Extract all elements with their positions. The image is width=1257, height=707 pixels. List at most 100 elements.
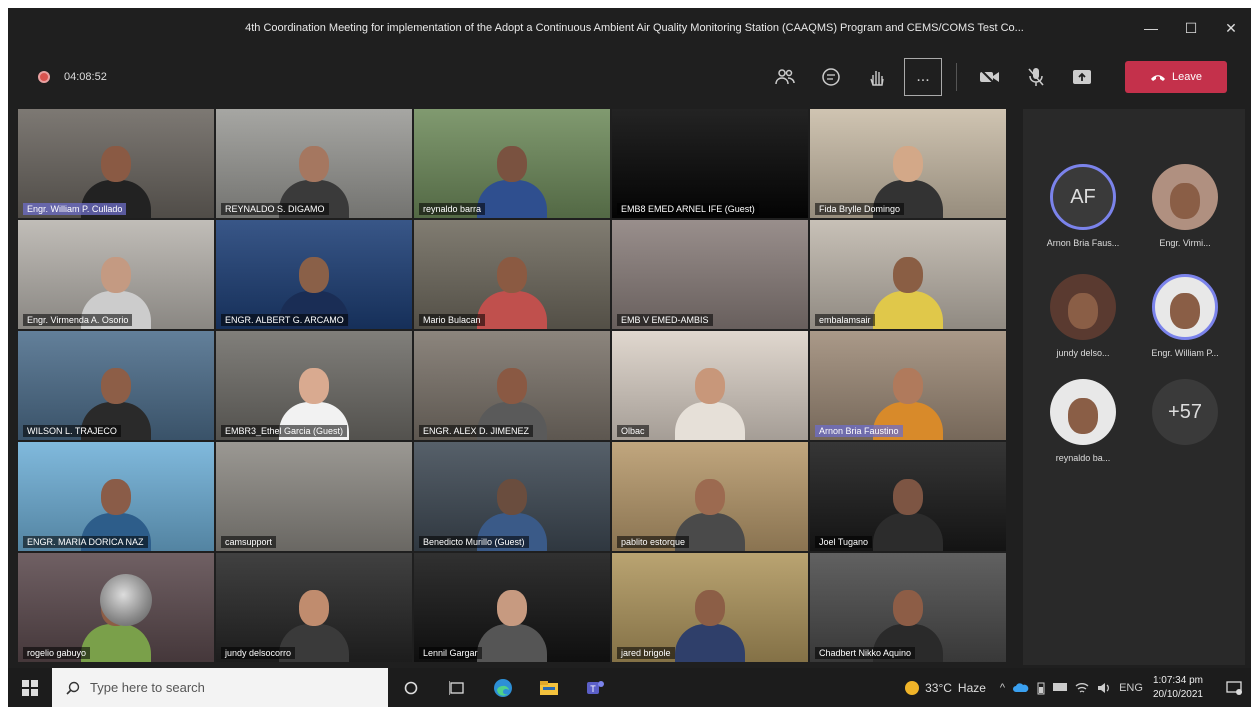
meeting-stage: Engr. William P. Cullado REYNALDO S. DIGA… xyxy=(8,106,1251,668)
video-tile[interactable]: Engr. Virmenda A. Osorio xyxy=(18,220,214,329)
microphone-button[interactable] xyxy=(1017,58,1055,96)
recording-icon xyxy=(38,71,50,83)
participant-torso xyxy=(477,180,547,218)
notification-center-button[interactable] xyxy=(1217,680,1251,695)
participant-name-tag: rogelio gabuyo xyxy=(23,647,91,659)
system-tray: ^ ENG xyxy=(1000,681,1143,695)
sun-icon xyxy=(905,680,920,695)
avatar-photo xyxy=(1068,293,1098,329)
more-actions-button[interactable]: ... xyxy=(904,58,942,96)
participant-head xyxy=(299,146,329,182)
onedrive-icon[interactable] xyxy=(1013,682,1029,693)
participant-name-tag: EMBR3_Ethel Garcia (Guest) xyxy=(221,425,348,437)
video-tile[interactable]: ENGR. ALBERT G. ARCAMO xyxy=(216,220,412,329)
chat-button[interactable] xyxy=(812,58,850,96)
camera-off-icon xyxy=(980,69,999,85)
video-tile[interactable]: Benedicto Murillo (Guest) xyxy=(414,442,610,551)
task-view-button[interactable] xyxy=(434,680,480,695)
phone-hangup-icon xyxy=(1151,75,1165,81)
teams-app[interactable]: T xyxy=(572,678,618,698)
participant-head xyxy=(893,590,923,626)
avatar-label: jundy delso... xyxy=(1056,348,1110,358)
participant-head xyxy=(299,590,329,626)
participant-avatar[interactable]: Engr. William P... xyxy=(1135,274,1235,358)
video-tile[interactable]: reynaldo barra xyxy=(414,109,610,218)
taskbar-search-box[interactable]: Type here to search xyxy=(52,668,388,707)
leave-button[interactable]: Leave xyxy=(1125,61,1227,93)
chevron-up-icon[interactable]: ^ xyxy=(1000,682,1005,694)
more-participants-button[interactable]: +57 xyxy=(1135,379,1235,445)
participant-name-tag: reynaldo barra xyxy=(419,203,486,215)
participant-name-tag: embalamsair xyxy=(815,314,875,326)
file-explorer-app[interactable] xyxy=(526,680,572,696)
video-tile[interactable]: Fida Brylle Domingo xyxy=(810,109,1006,218)
video-tile[interactable]: embalamsair xyxy=(810,220,1006,329)
video-tile[interactable]: pablito estorque xyxy=(612,442,808,551)
participant-video xyxy=(477,245,547,329)
network-icon[interactable] xyxy=(1053,682,1068,693)
participant-video xyxy=(873,245,943,329)
participant-avatar[interactable]: AF Arnon Bria Faus... xyxy=(1033,164,1133,248)
video-tile[interactable]: EMB V EMED-AMBIS xyxy=(612,220,808,329)
maximize-button[interactable]: ☐ xyxy=(1171,20,1211,37)
start-button[interactable] xyxy=(8,679,52,696)
participant-head xyxy=(299,368,329,404)
hand-icon xyxy=(870,71,884,86)
people-icon xyxy=(775,69,795,85)
video-tile[interactable]: ENGR. ALEX D. JIMENEZ xyxy=(414,331,610,440)
taskbar-clock[interactable]: 1:07:34 pm 20/10/2021 xyxy=(1153,674,1203,702)
video-tile[interactable]: Olbac xyxy=(612,331,808,440)
mic-off-icon xyxy=(1028,68,1044,86)
video-tile[interactable]: EMBR3_Ethel Garcia (Guest) xyxy=(216,331,412,440)
cortana-button[interactable] xyxy=(388,681,434,695)
video-tile[interactable]: ENGR. MARIA DORICA NAZ xyxy=(18,442,214,551)
participant-avatar[interactable]: jundy delso... xyxy=(1033,274,1133,358)
participant-torso xyxy=(675,624,745,662)
toolbar-divider xyxy=(956,63,957,91)
video-tile[interactable]: Chadbert Nikko Aquino xyxy=(810,553,1006,662)
volume-icon[interactable] xyxy=(1097,682,1111,694)
weather-widget[interactable]: 33°C Haze xyxy=(905,680,986,695)
participant-name-tag: Fida Brylle Domingo xyxy=(815,203,905,215)
participant-name-tag: Chadbert Nikko Aquino xyxy=(815,647,916,659)
windows-taskbar: Type here to search T 33°C Haze ^ ENG 1:… xyxy=(8,668,1251,707)
language-indicator[interactable]: ENG xyxy=(1119,682,1143,694)
video-tile[interactable]: Joel Tugano xyxy=(810,442,1006,551)
video-tile[interactable]: camsupport xyxy=(216,442,412,551)
self-view-avatar[interactable] xyxy=(100,574,152,626)
participant-head xyxy=(695,590,725,626)
avatar-circle xyxy=(1050,379,1116,445)
video-tile[interactable]: jared brigole xyxy=(612,553,808,662)
video-tile[interactable]: REYNALDO S. DIGAMO xyxy=(216,109,412,218)
participant-head xyxy=(695,479,725,515)
video-tile[interactable]: Arnon Bria Faustino xyxy=(810,331,1006,440)
participant-avatar[interactable]: Engr. Virmi... xyxy=(1135,164,1235,248)
participant-head xyxy=(497,257,527,293)
participant-avatar[interactable]: reynaldo ba... xyxy=(1033,379,1133,463)
participant-name-tag: EMB8 EMED ARNEL IFE (Guest) xyxy=(617,203,759,215)
participant-head xyxy=(497,590,527,626)
wifi-icon[interactable] xyxy=(1075,682,1089,694)
participants-button[interactable] xyxy=(766,58,804,96)
participant-head xyxy=(497,146,527,182)
camera-button[interactable] xyxy=(971,58,1009,96)
participant-torso xyxy=(675,402,745,440)
video-tile[interactable]: WILSON L. TRAJECO xyxy=(18,331,214,440)
participant-name-tag: REYNALDO S. DIGAMO xyxy=(221,203,329,215)
close-button[interactable]: ✕ xyxy=(1211,20,1251,37)
video-tile[interactable]: EMB8 EMED ARNEL IFE (Guest) xyxy=(612,109,808,218)
participant-name-tag: camsupport xyxy=(221,536,277,548)
edge-app[interactable] xyxy=(480,678,526,698)
avatar-circle xyxy=(1152,164,1218,230)
video-tile[interactable]: Mario Bulacan xyxy=(414,220,610,329)
participant-name-tag: jundy delsocorro xyxy=(221,647,296,659)
battery-icon[interactable] xyxy=(1037,681,1045,695)
video-tile[interactable]: Engr. William P. Cullado xyxy=(18,109,214,218)
video-tile[interactable]: jundy delsocorro xyxy=(216,553,412,662)
share-button[interactable] xyxy=(1063,58,1101,96)
video-background xyxy=(612,220,808,329)
video-tile[interactable]: Lennil Gargar xyxy=(414,553,610,662)
participant-torso xyxy=(81,624,151,662)
minimize-button[interactable]: — xyxy=(1131,20,1171,36)
reactions-button[interactable] xyxy=(858,58,896,96)
